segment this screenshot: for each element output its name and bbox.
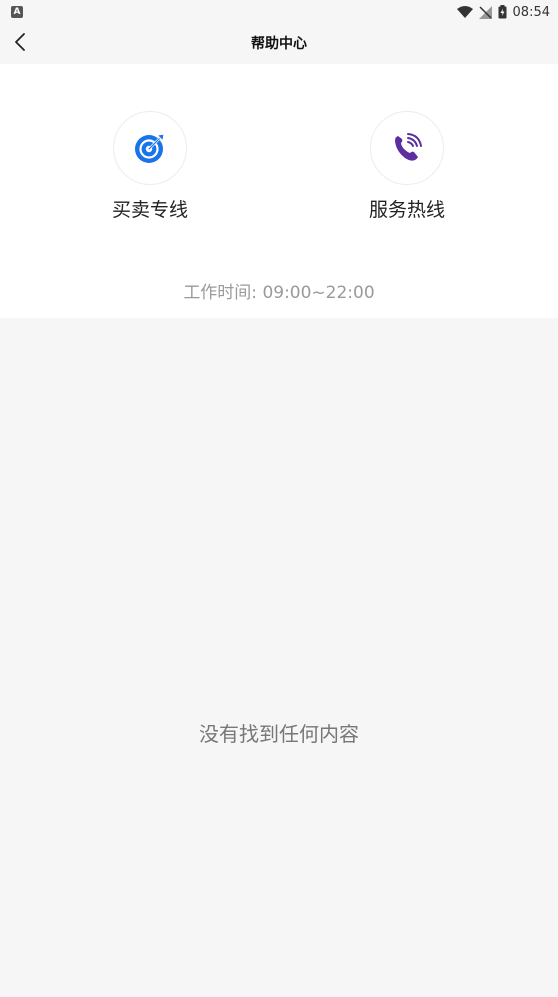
service-hotline-label: 服务热线 [368, 199, 445, 221]
work-hours-text: 工作时间: 09:00~22:00 [183, 283, 375, 303]
phone-icon [395, 133, 422, 161]
page-title: 帮助中心 [251, 36, 307, 52]
battery-charging-icon [498, 5, 507, 19]
content-list: 没有找到任何内容 [0, 318, 558, 997]
contact-panel: 买卖专线 服务热线 工作时间: 09:00~22:00 [0, 64, 558, 318]
status-bar: A 08:54 [0, 0, 558, 24]
signal-off-icon [478, 5, 492, 19]
notification-app-icon: A [11, 6, 23, 18]
status-icons: 08:54 [456, 3, 550, 21]
trade-line-icon-circle [113, 111, 187, 185]
trade-line-label: 买卖专线 [111, 199, 188, 221]
status-time: 08:54 [512, 4, 550, 20]
trade-line-button[interactable]: 买卖专线 [70, 111, 230, 222]
target-icon [135, 133, 165, 163]
service-hotline-icon-circle [370, 111, 444, 185]
service-hotline-button[interactable]: 服务热线 [327, 111, 487, 222]
empty-state-message: 没有找到任何内容 [199, 722, 359, 746]
nav-bar: 帮助中心 [0, 24, 558, 64]
wifi-icon [456, 6, 473, 18]
